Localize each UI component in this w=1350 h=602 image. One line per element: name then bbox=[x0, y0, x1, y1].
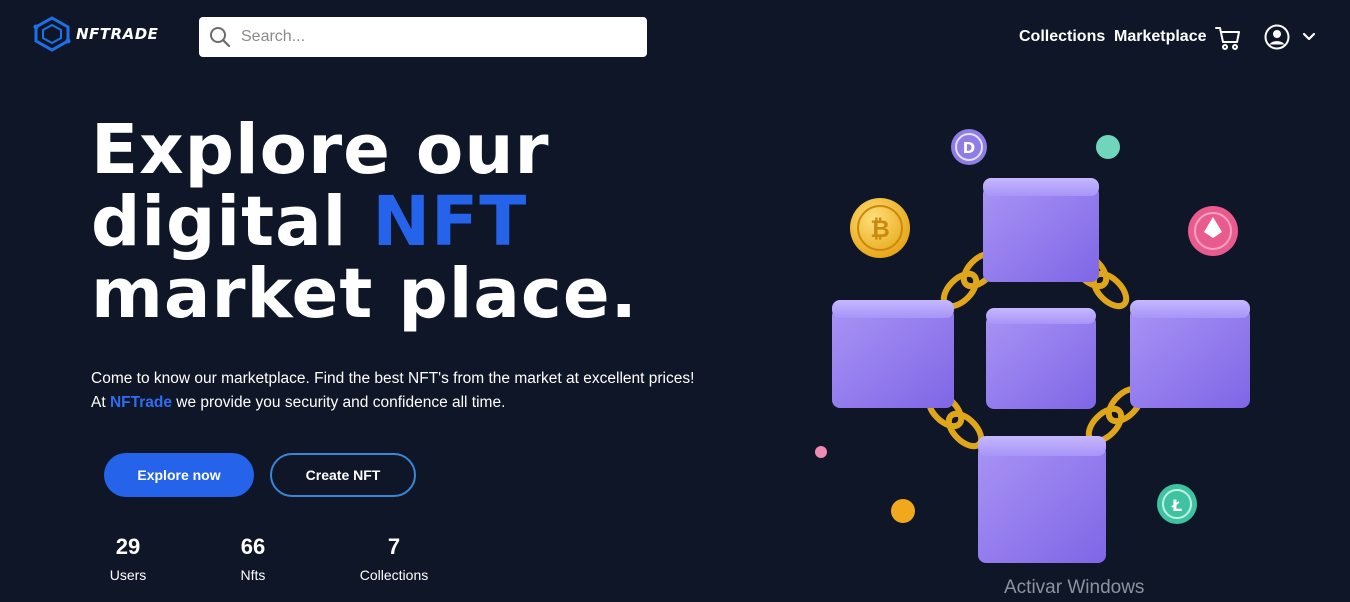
logo-icon bbox=[33, 16, 71, 52]
headline-line-2-prefix: digital bbox=[91, 182, 373, 262]
stat-value: 7 bbox=[387, 534, 401, 559]
search-input[interactable] bbox=[239, 27, 623, 47]
stat-nfts: 66 Nfts bbox=[203, 533, 303, 585]
stat-value: 66 bbox=[240, 534, 266, 559]
svg-text:₿: ₿ bbox=[870, 215, 890, 243]
cube-bottom bbox=[978, 436, 1106, 563]
user-icon[interactable] bbox=[1264, 24, 1290, 50]
description-brand-link[interactable]: NFTrade bbox=[110, 394, 172, 411]
pink-orb-icon bbox=[815, 446, 827, 458]
cube-top bbox=[983, 178, 1099, 282]
svg-text:Ł: Ł bbox=[1171, 496, 1182, 515]
hero-description: Come to know our marketplace. Find the b… bbox=[91, 367, 751, 415]
svg-text:D: D bbox=[963, 139, 975, 157]
cube-left bbox=[832, 300, 954, 408]
litecoin-coin-icon: Ł bbox=[1157, 484, 1197, 524]
description-line-2-prefix: At bbox=[91, 394, 110, 411]
teal-orb-icon bbox=[1096, 135, 1120, 159]
top-navbar: NFTRADE Collections Marketplace bbox=[0, 0, 1350, 76]
search-bar[interactable] bbox=[199, 17, 647, 57]
headline-line-3: market place. bbox=[91, 254, 638, 334]
cart-icon[interactable] bbox=[1215, 25, 1241, 51]
stat-label: Users bbox=[109, 567, 147, 583]
stat-value: 29 bbox=[115, 534, 141, 559]
nav-link-collections[interactable]: Collections bbox=[1019, 28, 1105, 46]
cube-right bbox=[1130, 300, 1250, 408]
chevron-down-icon[interactable] bbox=[1302, 30, 1316, 44]
search-icon bbox=[210, 27, 231, 48]
brand-name: NFTRADE bbox=[76, 25, 159, 43]
headline-accent-nft: NFT bbox=[372, 182, 528, 262]
cube-center bbox=[986, 308, 1096, 409]
nav-link-marketplace[interactable]: Marketplace bbox=[1114, 28, 1207, 46]
description-line-2-suffix: we provide you security and confidence a… bbox=[171, 394, 506, 411]
create-nft-button[interactable]: Create NFT bbox=[270, 453, 416, 497]
stat-users: 29 Users bbox=[78, 533, 178, 585]
explore-now-button[interactable]: Explore now bbox=[104, 453, 254, 497]
bitcoin-coin-icon: ₿ bbox=[850, 198, 910, 258]
stat-label: Collections bbox=[359, 567, 429, 583]
dash-coin-icon: D bbox=[951, 129, 987, 165]
blockchain-illustration: ₿ D Ł bbox=[815, 129, 1250, 563]
windows-activation-watermark: Activar Windows bbox=[1004, 577, 1145, 598]
ethereum-coin-icon bbox=[1188, 206, 1238, 256]
brand-logo[interactable]: NFTRADE bbox=[32, 16, 158, 52]
stat-label: Nfts bbox=[240, 567, 266, 583]
hero-headline: Explore our digital NFT market place. bbox=[91, 114, 638, 330]
stat-collections: 7 Collections bbox=[344, 533, 444, 585]
gold-orb-icon bbox=[891, 499, 915, 523]
description-line-1: Come to know our marketplace. Find the b… bbox=[91, 370, 695, 387]
headline-line-1: Explore our bbox=[91, 110, 550, 190]
